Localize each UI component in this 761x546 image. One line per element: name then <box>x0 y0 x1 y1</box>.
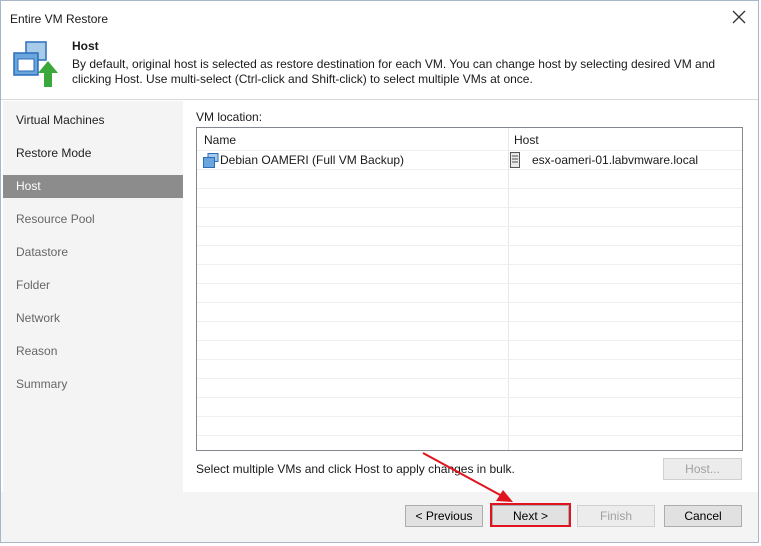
server-icon <box>510 152 520 168</box>
step-reason: Reason <box>16 344 58 358</box>
entire-vm-restore-window: Entire VM Restore Host By default, origi… <box>0 0 759 543</box>
previous-button[interactable]: < Previous <box>405 505 483 527</box>
next-button-highlight <box>490 503 571 527</box>
step-description: By default, original host is selected as… <box>72 57 716 86</box>
step-summary: Summary <box>16 377 68 391</box>
bulk-hint: Select multiple VMs and click Host to ap… <box>196 462 515 476</box>
close-icon[interactable] <box>730 8 748 26</box>
wizard-header: Host By default, original host is select… <box>1 35 758 100</box>
cancel-button[interactable]: Cancel <box>664 505 742 527</box>
step-resource-pool: Resource Pool <box>16 212 95 226</box>
step-datastore: Datastore <box>16 245 69 259</box>
window-title: Entire VM Restore <box>10 12 109 26</box>
step-folder: Folder <box>16 278 51 292</box>
step-restore-mode[interactable]: Restore Mode <box>3 142 183 165</box>
step-virtual-machines[interactable]: Virtual Machines <box>3 109 183 132</box>
step-title: Host <box>72 39 99 53</box>
vm-host: esx-oameri-01.labvmware.local <box>532 153 699 167</box>
vm-restore-icon <box>13 41 58 87</box>
host-button[interactable]: Host... <box>663 458 742 480</box>
wizard-footer: < Previous Next > Finish Cancel <box>1 492 758 542</box>
column-header-host[interactable]: Host <box>514 128 539 150</box>
vm-name: Debian OAMERI (Full VM Backup) <box>220 153 405 167</box>
vm-location-grid[interactable]: Name Host Debian OAMERI (Full VM Backup)… <box>196 127 743 451</box>
finish-button[interactable]: Finish <box>577 505 655 527</box>
column-header-name[interactable]: Name <box>204 128 236 150</box>
title-bar: Entire VM Restore <box>1 1 758 35</box>
host-panel: VM location: Name Host Debian OAMERI (Fu… <box>184 101 758 492</box>
wizard-steps: Virtual Machines Restore Mode Host Resou… <box>3 101 183 492</box>
vm-icon <box>203 153 219 168</box>
column-divider <box>508 128 509 450</box>
step-network: Network <box>16 311 61 325</box>
step-host[interactable]: Host <box>3 175 183 198</box>
vm-location-label: VM location: <box>196 110 263 124</box>
